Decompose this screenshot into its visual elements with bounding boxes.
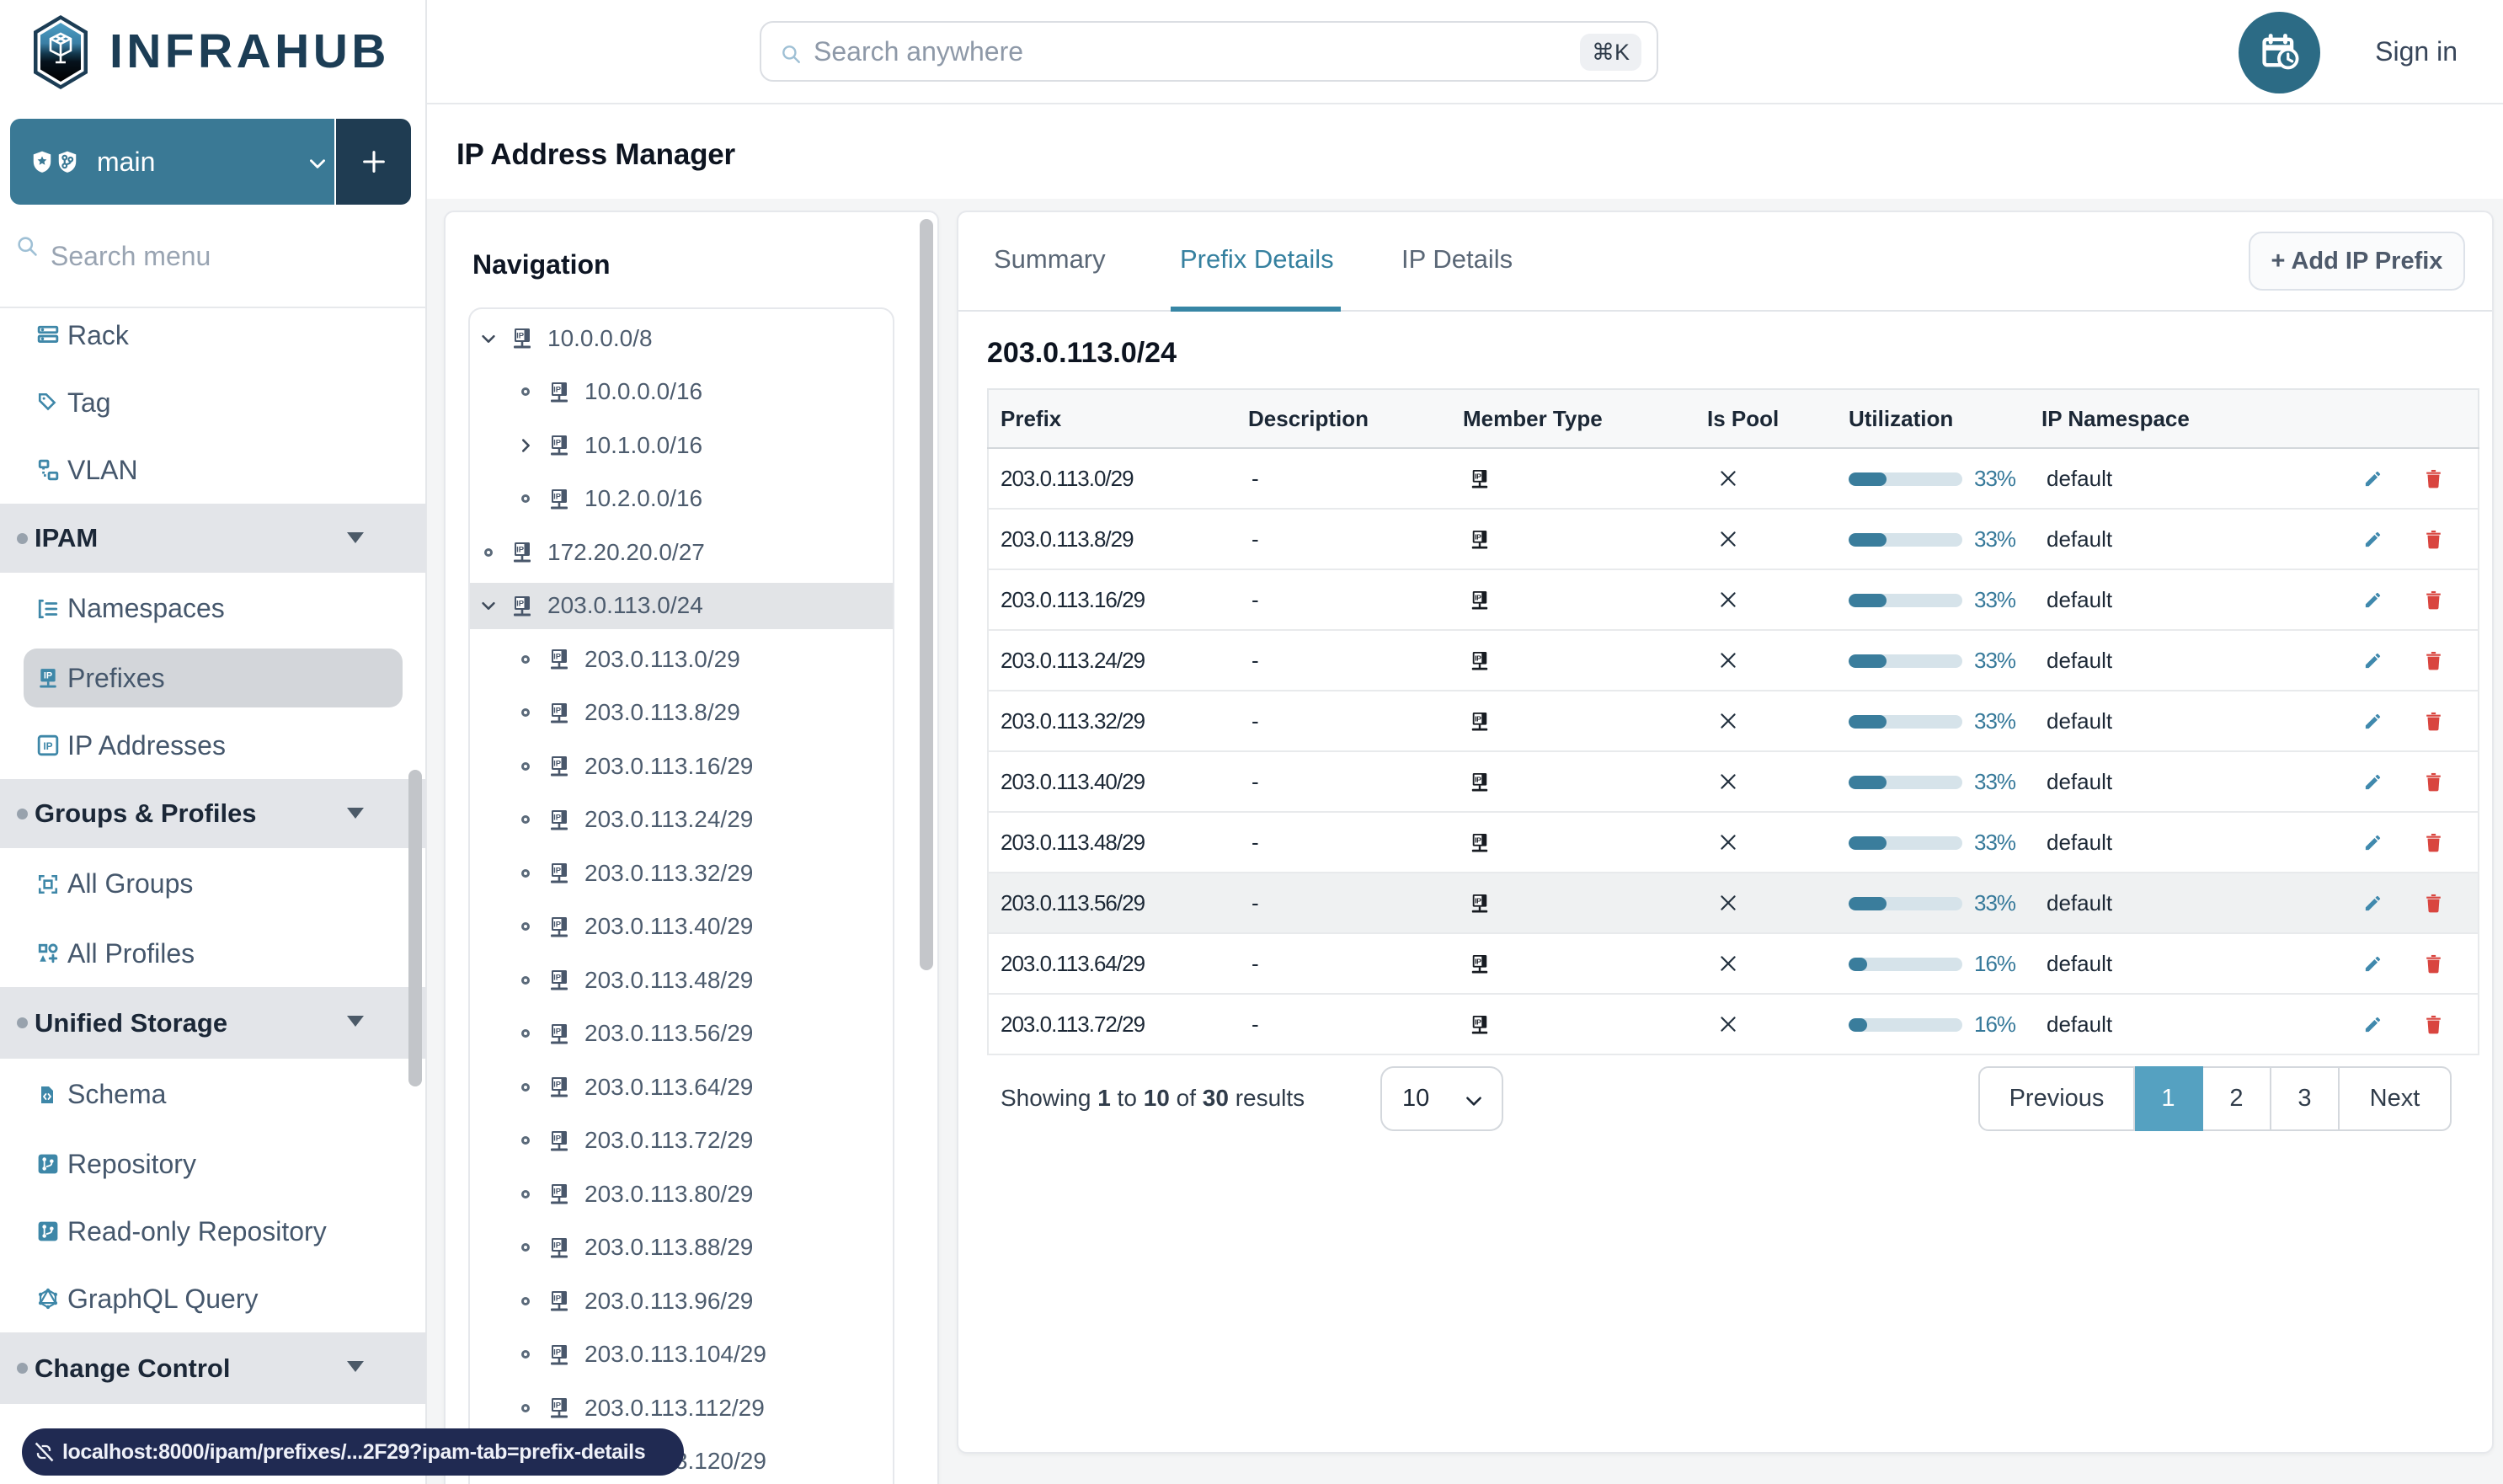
svg-text:IP: IP bbox=[1475, 472, 1481, 480]
svg-text:IP: IP bbox=[516, 546, 525, 555]
svg-text:IP: IP bbox=[1475, 957, 1481, 965]
svg-text:IP: IP bbox=[516, 332, 525, 341]
svg-text:IP: IP bbox=[44, 671, 52, 681]
svg-text:IP: IP bbox=[1475, 593, 1481, 601]
svg-text:IP: IP bbox=[516, 599, 525, 608]
svg-text:IP: IP bbox=[553, 867, 562, 876]
svg-text:IP: IP bbox=[553, 1188, 562, 1197]
svg-text:IP: IP bbox=[553, 1134, 562, 1143]
svg-text:IP: IP bbox=[1475, 1017, 1481, 1026]
svg-text:IP: IP bbox=[553, 1027, 562, 1036]
svg-text:IP: IP bbox=[553, 974, 562, 983]
svg-text:IP: IP bbox=[553, 1348, 562, 1357]
svg-text:IP: IP bbox=[553, 492, 562, 501]
svg-text:IP: IP bbox=[1475, 775, 1481, 783]
svg-text:IP: IP bbox=[1475, 714, 1481, 723]
svg-text:IP: IP bbox=[553, 1081, 562, 1090]
svg-text:IP: IP bbox=[1475, 532, 1481, 541]
svg-text:IP: IP bbox=[1475, 896, 1481, 905]
svg-text:IP: IP bbox=[43, 740, 52, 752]
svg-text:IP: IP bbox=[553, 385, 562, 394]
svg-text:IP: IP bbox=[553, 653, 562, 662]
svg-text:IP: IP bbox=[1475, 835, 1481, 844]
svg-text:IP: IP bbox=[553, 920, 562, 929]
svg-text:IP: IP bbox=[553, 1401, 562, 1411]
svg-text:IP: IP bbox=[553, 760, 562, 769]
svg-text:IP: IP bbox=[553, 1294, 562, 1304]
svg-text:IP: IP bbox=[1475, 654, 1481, 662]
svg-text:IP: IP bbox=[553, 439, 562, 448]
svg-text:IP: IP bbox=[553, 706, 562, 715]
svg-text:IP: IP bbox=[553, 1241, 562, 1250]
svg-text:IP: IP bbox=[553, 813, 562, 822]
